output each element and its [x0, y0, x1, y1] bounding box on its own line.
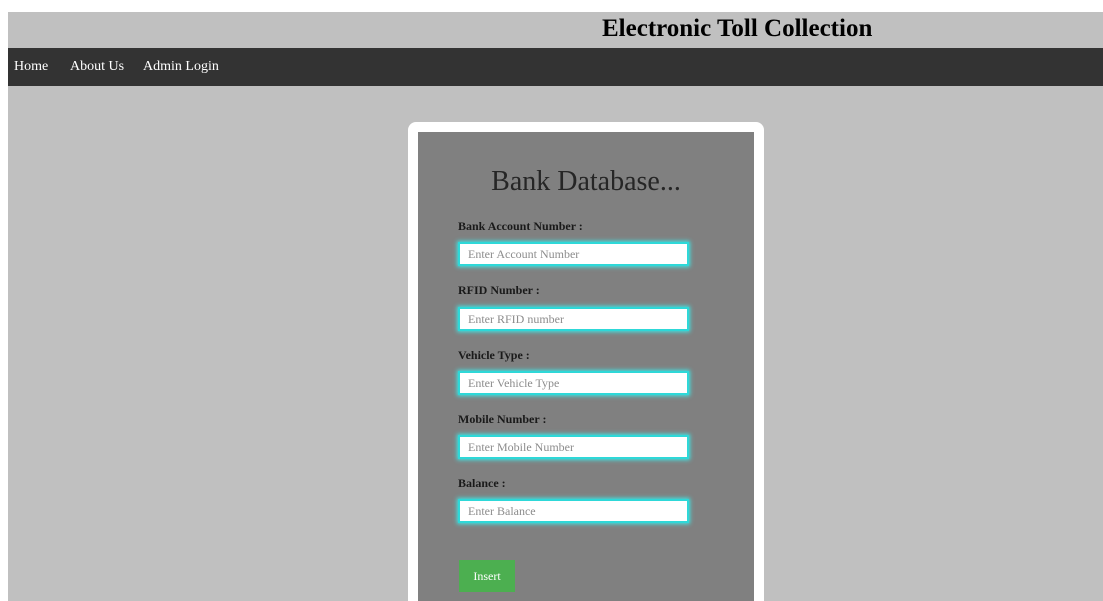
- vehicle-type-label: Vehicle Type :: [458, 348, 530, 362]
- vehicle-type-input[interactable]: [458, 371, 689, 395]
- balance-label: Balance :: [458, 476, 506, 490]
- nav-about-us-link[interactable]: About Us: [70, 59, 124, 75]
- mobile-number-input[interactable]: [458, 435, 689, 459]
- site-title: Electronic Toll Collection: [602, 15, 873, 42]
- navbar: Home About Us Admin Login: [8, 48, 1103, 86]
- account-number-label: Bank Account Number :: [458, 219, 583, 233]
- balance-input[interactable]: [458, 499, 689, 523]
- bank-database-form: Bank Database... Bank Account Number : R…: [418, 132, 754, 601]
- rfid-number-label: RFID Number :: [458, 283, 540, 297]
- nav-home-link[interactable]: Home: [14, 59, 48, 75]
- form-title: Bank Database...: [491, 166, 681, 197]
- rfid-number-input[interactable]: [458, 307, 689, 331]
- insert-button[interactable]: Insert: [459, 560, 515, 592]
- nav-admin-login-link[interactable]: Admin Login: [143, 59, 219, 75]
- mobile-number-label: Mobile Number :: [458, 412, 547, 426]
- header: Electronic Toll Collection: [8, 12, 1103, 48]
- form-card-frame: Bank Database... Bank Account Number : R…: [408, 122, 764, 601]
- page: Electronic Toll Collection Home About Us…: [8, 12, 1103, 601]
- account-number-input[interactable]: [458, 242, 689, 266]
